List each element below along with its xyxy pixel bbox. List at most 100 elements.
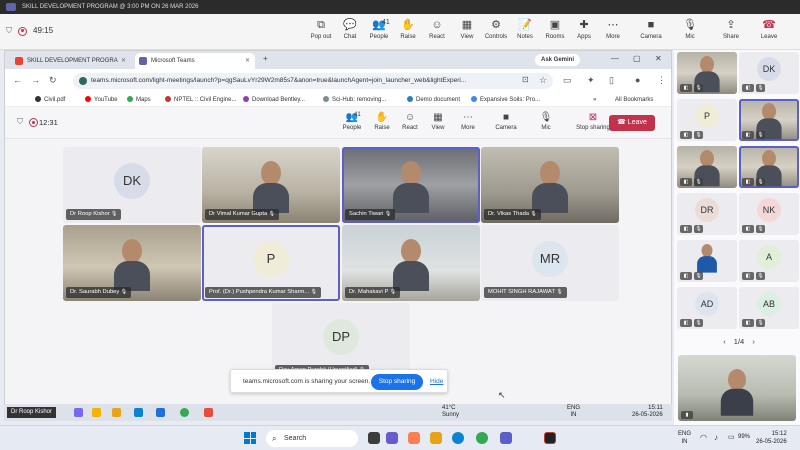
app-icon[interactable] <box>408 432 420 444</box>
participant-tile[interactable]: Dr. Vikas Thada 🎙 <box>481 147 619 223</box>
people-button[interactable]: 👥 41 People <box>337 111 367 131</box>
bookmark-item[interactable]: Download Bentley... <box>243 93 305 107</box>
participant-tile[interactable]: MR MOHIT SINGH RAJAWAT 🎙 <box>481 225 619 301</box>
prev-page-icon[interactable]: ‹ <box>723 337 726 346</box>
cast-icon[interactable]: ▭ <box>563 75 572 86</box>
bookmark-item[interactable]: NPTEL :: Civil Engine... <box>165 93 236 107</box>
people-button[interactable]: 👥 41 People <box>364 18 394 40</box>
participant-tile[interactable]: DK Dr Roop Kishor 🎙 <box>63 147 201 223</box>
panel-participant-tile[interactable]: DK ◧ 🎙 <box>739 52 799 94</box>
bookmark-item[interactable]: Sci-Hub: removing... <box>323 93 386 107</box>
participant-tile[interactable]: DPDev Arpan Purohit (Unverified) 🎙 <box>272 303 410 379</box>
bookmark-item[interactable]: Maps <box>127 93 151 107</box>
mic-button[interactable]: 🎙 Mic <box>675 18 705 40</box>
menu-icon[interactable]: ⋮ <box>657 75 666 86</box>
more-button[interactable]: ⋯ More <box>453 111 483 131</box>
participant-tile[interactable]: Sachin Tiwari 🎙 <box>342 147 480 223</box>
translate-icon[interactable]: ⊡ <box>522 75 529 84</box>
pop-out-button[interactable]: ⧉ Pop out <box>306 18 336 40</box>
sidepanel-icon[interactable]: ▯ <box>609 75 614 86</box>
panel-participant-tile[interactable]: ◧ 🎙 <box>739 146 799 188</box>
stop-sharing-button[interactable]: ⊠ Stop sharing <box>573 111 613 131</box>
maximize-icon[interactable]: ▢ <box>633 54 641 63</box>
view-button[interactable]: ▦ View <box>452 18 482 40</box>
tab-microsoft-teams[interactable]: Microsoft Teams ✕ <box>135 53 255 69</box>
controls-button[interactable]: ⚙ Controls <box>481 18 511 40</box>
chat-button[interactable]: 💬 Chat <box>335 18 365 40</box>
react-button[interactable]: ☺ React <box>395 111 425 131</box>
react-button[interactable]: ☺ React <box>422 18 452 40</box>
chrome-icon[interactable] <box>476 432 488 444</box>
panel-participant-tile[interactable]: ◧ 🎙 <box>677 240 737 282</box>
taskbar-clock[interactable]: 15:11 26-05-2026 <box>632 405 663 419</box>
bookmark-item[interactable]: Demo document <box>407 93 460 107</box>
panel-participant-tile[interactable]: NK ◧ 🎙 <box>739 193 799 235</box>
language-indicator[interactable]: ENG IN <box>678 430 691 446</box>
panel-participant-tile[interactable]: DR ◧ 🎙 <box>677 193 737 235</box>
view-button[interactable]: ▦ View <box>423 111 453 131</box>
file-explorer-icon[interactable] <box>430 432 442 444</box>
close-tab-icon[interactable]: ✕ <box>245 53 250 69</box>
participant-tile[interactable]: Dr Vimal Kumar Gupta 🎙 <box>202 147 340 223</box>
copilot-icon[interactable] <box>386 432 398 444</box>
wifi-icon[interactable]: ◠ <box>700 433 707 442</box>
file-explorer-icon[interactable] <box>112 408 121 417</box>
rooms-button[interactable]: ▣ Rooms <box>540 18 570 40</box>
leave-button[interactable]: ☎ Leave <box>754 18 784 40</box>
bookmark-star-icon[interactable]: ☆ <box>539 75 547 86</box>
camera-button[interactable]: ■ Camera <box>491 111 521 131</box>
forward-icon[interactable]: → <box>31 75 40 85</box>
more-button[interactable]: ⋯ More <box>598 18 628 40</box>
chrome-icon[interactable] <box>180 408 189 417</box>
weather-widget[interactable]: 41°C Sunny <box>442 405 459 419</box>
taskbar-clock[interactable]: 15:12 26-05-2026 <box>756 430 787 446</box>
tab-gmail[interactable]: SKILL DEVELOPMENT PROGRA ✕ <box>11 53 131 69</box>
apps-button[interactable]: ✚ Apps <box>569 18 599 40</box>
notes-button[interactable]: 📝 Notes <box>510 18 540 40</box>
folder-icon[interactable] <box>92 408 101 417</box>
bookmark-item[interactable]: Expansive Soils: Pro... <box>471 93 540 107</box>
app-icon[interactable] <box>544 432 556 444</box>
bookmark-item[interactable]: YouTube <box>85 93 118 107</box>
address-bar[interactable]: teams.microsoft.com/light-meetings/launc… <box>73 73 553 89</box>
panel-participant-tile[interactable]: P ◧ 🎙 <box>677 99 737 141</box>
participant-tile[interactable]: Dr. Mahakavi P 🎙 <box>342 225 480 301</box>
raise-button[interactable]: ✋ Raise <box>393 18 423 40</box>
teams-icon[interactable] <box>500 432 512 444</box>
battery-icon[interactable]: ▭ <box>728 433 735 441</box>
language-indicator[interactable]: ENG IN <box>567 405 580 419</box>
stop-sharing-button[interactable]: Stop sharing <box>371 374 423 390</box>
task-view-icon[interactable] <box>368 432 380 444</box>
share-button[interactable]: ⇪ Share <box>716 18 746 40</box>
panel-participant-tile[interactable]: ◧ 🎙 <box>677 146 737 188</box>
hide-link[interactable]: Hide <box>430 370 443 394</box>
participant-tile[interactable]: Dr. Saurabh Dubey 🎙 <box>63 225 201 301</box>
panel-participant-tile[interactable]: AD ◧ 🎙 <box>677 287 737 329</box>
close-tab-icon[interactable]: ✕ <box>121 53 126 69</box>
camera-button[interactable]: ■ Camera <box>636 18 666 40</box>
windows-start-icon[interactable] <box>244 432 256 444</box>
bookmark-item[interactable]: Civil.pdf <box>35 93 65 107</box>
minimize-icon[interactable]: — <box>611 54 619 63</box>
participant-tile[interactable]: P Prof. (Dr.) Pushpendra Kumar Sharm... 🎙 <box>202 225 340 301</box>
ask-gemini-button[interactable]: Ask Gemini <box>535 54 581 66</box>
volume-icon[interactable]: ♪ <box>714 433 718 442</box>
back-icon[interactable]: ← <box>13 75 22 85</box>
leave-button[interactable]: ☎ Leave <box>609 115 655 131</box>
profile-avatar[interactable]: ● <box>635 75 640 85</box>
edge-icon[interactable] <box>452 432 464 444</box>
close-window-icon[interactable]: ✕ <box>655 54 662 63</box>
next-page-icon[interactable]: › <box>752 337 755 346</box>
mic-button[interactable]: 🎙 Mic <box>531 111 561 131</box>
more-bookmarks-icon[interactable]: » <box>593 93 596 107</box>
panel-participant-tile[interactable]: ◧ 🎙 <box>677 52 737 94</box>
panel-participant-tile[interactable]: AB ◧ 🎙 <box>739 287 799 329</box>
new-tab-button[interactable]: + <box>263 54 268 63</box>
raise-button[interactable]: ✋ Raise <box>367 111 397 131</box>
panel-participant-tile[interactable]: ◧ 🎙 <box>739 99 799 141</box>
panel-participant-tile[interactable]: A ◧ 🎙 <box>739 240 799 282</box>
taskbar-search[interactable]: ⌕ Search <box>266 430 358 447</box>
extensions-icon[interactable]: ✦ <box>587 75 595 86</box>
all-bookmarks-folder[interactable]: All Bookmarks <box>615 93 653 107</box>
reload-icon[interactable]: ↻ <box>49 75 57 86</box>
